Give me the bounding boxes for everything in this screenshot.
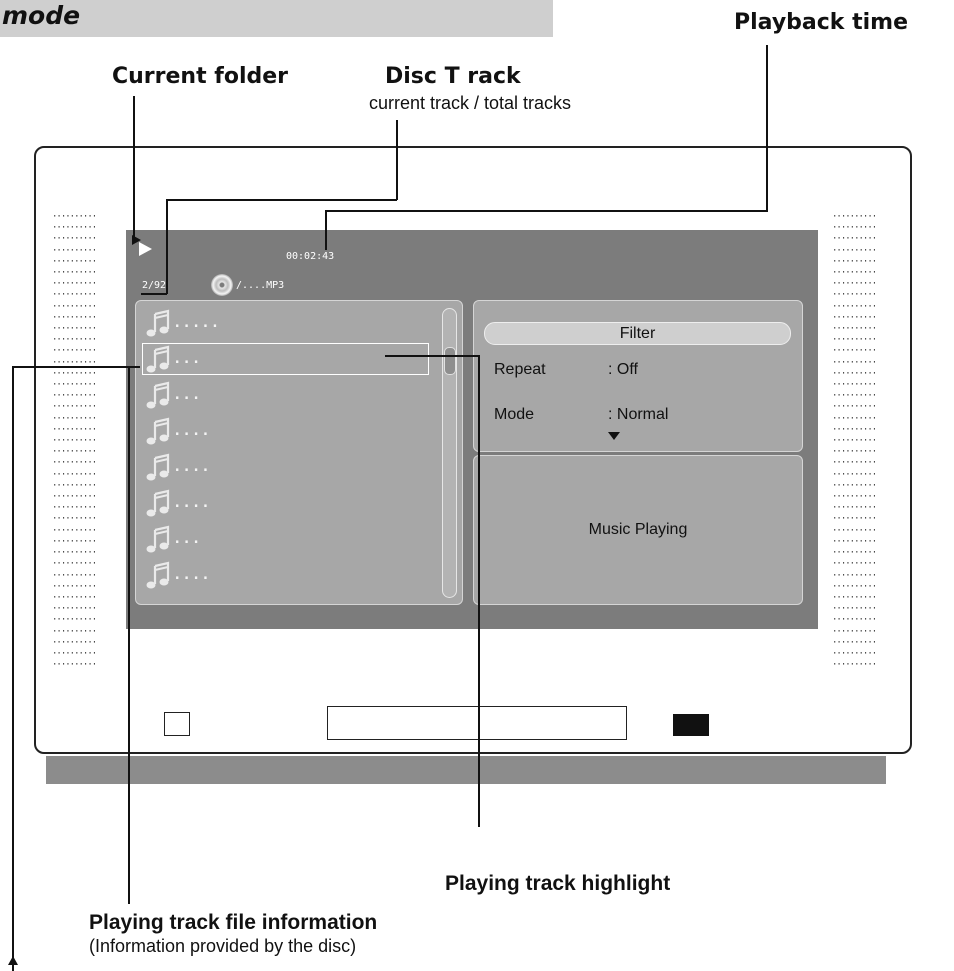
osd-screen: 00:02:43 2/92 /....MP3 ..... ... ... ...… xyxy=(126,230,818,629)
right-speaker-grille: ·········· ·········· ·········· ··········… xyxy=(832,212,877,670)
track-label: ... xyxy=(173,531,202,547)
callout-disc-track: Disc T rack xyxy=(385,64,521,89)
track-label: .... xyxy=(173,459,211,475)
left-speaker-grille: ·········· ·········· ·········· ··········… xyxy=(52,212,97,670)
leader-playback-time-horizontal xyxy=(325,210,768,212)
section-title: mode xyxy=(2,1,81,30)
disc-slot xyxy=(327,706,627,740)
tv-stand xyxy=(46,756,886,784)
track-list-item[interactable]: .... xyxy=(136,413,426,448)
arrow-up-icon xyxy=(8,956,18,965)
leader-left-edge-horizontal xyxy=(12,366,132,368)
music-note-icon xyxy=(146,345,170,373)
music-note-icon xyxy=(146,489,170,517)
mode-label[interactable]: Mode xyxy=(494,406,534,424)
track-list-item[interactable]: .... xyxy=(136,485,426,520)
track-list-item[interactable]: .... xyxy=(136,449,426,484)
track-list-item[interactable]: ... xyxy=(136,377,426,412)
callout-playing-track-highlight: Playing track highlight xyxy=(445,872,671,895)
leader-playback-time xyxy=(766,45,768,212)
leader-playing-track-file-info xyxy=(128,366,130,904)
music-note-icon xyxy=(146,525,170,553)
track-list-item-playing[interactable]: ... xyxy=(136,341,426,376)
power-button[interactable] xyxy=(164,712,190,736)
leader-disc-track-horizontal xyxy=(166,199,397,201)
ir-sensor-window xyxy=(673,714,709,736)
settings-panel: Filter Repeat : Off Mode : Normal xyxy=(473,300,803,452)
music-note-icon xyxy=(146,309,170,337)
music-note-icon xyxy=(146,417,170,445)
track-label: ..... xyxy=(173,315,221,331)
callout-playing-track-file-info-subtitle: (Information provided by the disc) xyxy=(89,936,357,956)
track-label: ... xyxy=(173,351,202,367)
filter-button[interactable]: Filter xyxy=(484,322,791,345)
track-label: ... xyxy=(173,387,202,403)
music-note-icon xyxy=(146,561,170,589)
disc-icon xyxy=(211,274,233,296)
status-text: Music Playing xyxy=(588,521,688,538)
triangle-down-icon[interactable] xyxy=(608,432,620,440)
arrow-right-icon xyxy=(132,235,141,245)
elapsed-time: 00:02:43 xyxy=(286,251,335,262)
leader-playing-track-highlight xyxy=(478,355,480,827)
music-note-icon xyxy=(146,381,170,409)
callout-current-folder: Current folder xyxy=(112,64,289,89)
section-header-bar: mode xyxy=(0,0,553,37)
mode-value: : Normal xyxy=(608,406,669,423)
track-list-item[interactable]: ..... xyxy=(136,305,426,340)
folder-path: /....MP3 xyxy=(236,280,285,291)
status-panel: Music Playing xyxy=(473,455,803,605)
leader-disc-track xyxy=(396,120,398,200)
leader-disc-track-drop xyxy=(166,199,168,294)
track-counter: 2/92 xyxy=(142,280,167,291)
track-label: .... xyxy=(173,423,211,439)
leader-left-edge xyxy=(12,366,14,971)
leader-current-folder xyxy=(133,96,135,240)
music-note-icon xyxy=(146,453,170,481)
repeat-value: : Off xyxy=(608,361,638,378)
repeat-label[interactable]: Repeat xyxy=(494,361,546,379)
track-list-scrollbar[interactable] xyxy=(442,308,457,598)
leader-disc-track-tick xyxy=(141,293,167,295)
callout-playing-track-file-info: Playing track file information xyxy=(89,911,378,934)
scrollbar-thumb[interactable] xyxy=(444,347,456,375)
track-list-item[interactable]: ... xyxy=(136,521,426,556)
track-label: .... xyxy=(173,567,211,583)
callout-playback-time: Playback time xyxy=(734,10,909,35)
leader-playback-time-drop xyxy=(325,210,327,250)
callout-disc-track-subtitle: current track / total tracks xyxy=(369,93,572,113)
leader-highlight-horizontal xyxy=(385,355,479,357)
track-list-item[interactable]: .... xyxy=(136,557,426,592)
track-label: .... xyxy=(173,495,211,511)
track-list-panel: ..... ... ... .... .... .... ... .... xyxy=(135,300,463,605)
